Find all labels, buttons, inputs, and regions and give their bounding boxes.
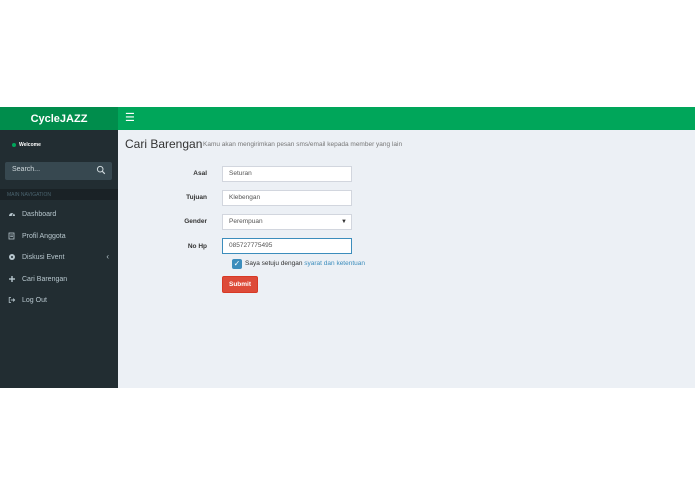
page-subtitle: Kamu akan mengirimkan pesan sms/email ke… [203,141,403,148]
gender-selected-value: Perempuan [229,218,263,225]
tujuan-field[interactable]: Klebengan [222,190,352,206]
search-input[interactable]: Search... [12,166,40,173]
sidebar-item-diskusi-event[interactable]: Diskusi Event ‹ [0,247,118,267]
asal-label: Asal [193,170,207,177]
nohp-field[interactable]: 085727775495 [222,238,352,254]
terms-link[interactable]: syarat dan ketentuan [304,260,365,267]
agree-label: Saya setuju dengan [245,260,305,267]
sidebar-item-label: Profil Anggota [22,232,66,240]
gender-select[interactable]: Perempuan ▼ [222,214,352,230]
hamburger-icon[interactable]: ☰ [125,112,135,125]
caret-down-icon: ▼ [341,219,347,225]
sidebar-item-label: Log Out [22,296,47,304]
nohp-label: No Hp [187,243,207,250]
sidebar-item-log-out[interactable]: Log Out [0,290,118,310]
page-title: Cari Barengan [125,137,203,151]
user-panel: Welcome [12,142,41,148]
main-content: Cari Barengan Kamu akan mengirimkan pesa… [118,130,695,388]
sidebar-item-profil-anggota[interactable]: Profil Anggota [0,226,118,246]
event-icon [8,253,16,261]
dashboard-icon [8,210,16,218]
tujuan-label: Tujuan [186,194,207,201]
nav-heading: MAIN NAVIGATION [7,190,118,200]
sidebar-item-dashboard[interactable]: Dashboard [0,204,118,224]
plus-icon [8,275,16,283]
online-status-icon [12,143,16,147]
agree-text: Saya setuju dengan syarat dan ketentuan [245,260,365,267]
gender-label: Gender [184,218,207,225]
sidebar-search[interactable]: Search... [5,162,112,180]
sidebar-item-label: Cari Barengan [22,275,68,283]
app-window: CycleJAZZ ☰ Welcome Search... MAIN NAVIG… [0,107,695,388]
sidebar: Welcome Search... MAIN NAVIGATION Dashbo… [0,130,118,388]
sidebar-item-label: Dashboard [22,210,57,218]
brand-logo[interactable]: CycleJAZZ [0,107,118,130]
sidebar-item-cari-barengan[interactable]: Cari Barengan [0,269,118,289]
submit-button[interactable]: Submit [222,276,258,293]
sidebar-item-label: Diskusi Event [22,253,65,261]
asal-field[interactable]: Seturan [222,166,352,182]
welcome-text: Welcome [19,142,41,148]
chevron-left-icon[interactable]: ‹ [106,252,109,261]
logout-icon [8,296,16,304]
profile-icon [8,232,16,240]
search-icon[interactable] [96,165,106,175]
top-navbar: CycleJAZZ ☰ [0,107,695,130]
agree-checkbox[interactable]: ✓ [232,259,242,269]
